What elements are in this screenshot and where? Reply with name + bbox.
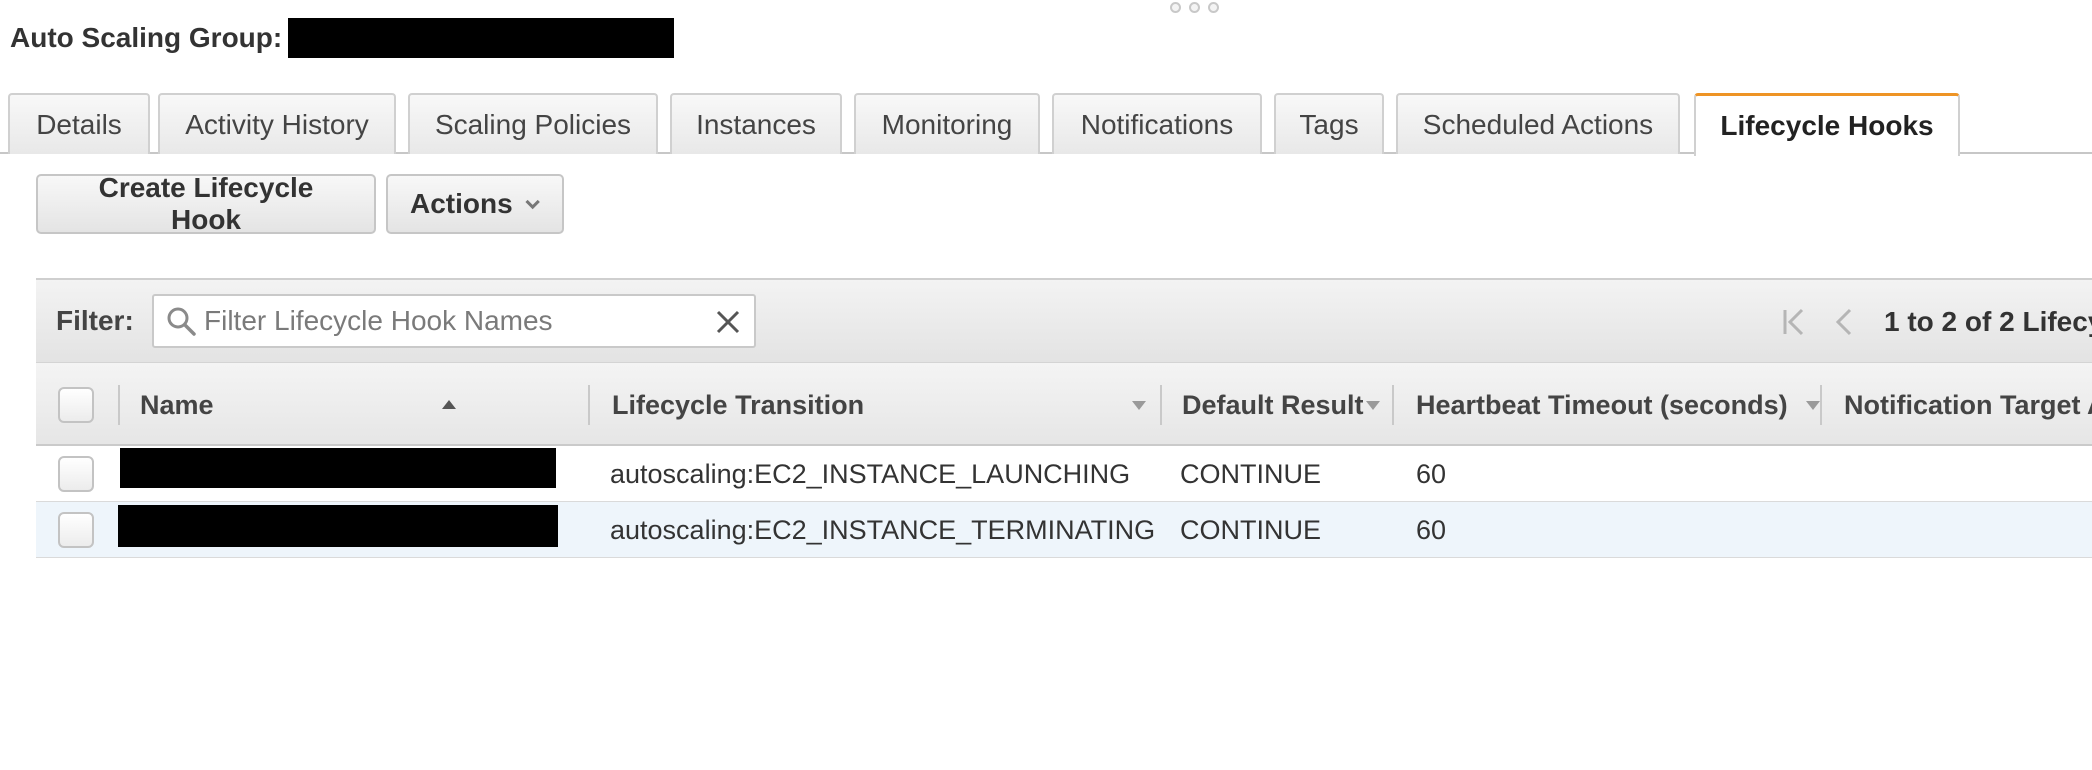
sort-icon xyxy=(1366,401,1380,410)
first-page-icon[interactable] xyxy=(1780,305,1808,339)
toolbar: Create Lifecycle Hook Actions xyxy=(36,172,564,235)
column-divider xyxy=(1160,385,1162,425)
cell-lifecycle-transition: autoscaling:EC2_INSTANCE_LAUNCHING xyxy=(610,458,1131,489)
chevron-down-icon xyxy=(525,199,540,210)
column-header-name[interactable]: Name xyxy=(140,363,470,447)
cell-heartbeat-timeout: 60 xyxy=(1416,514,1447,545)
filter-input[interactable] xyxy=(204,305,704,337)
lifecycle-hooks-grid: Filter: 1 to xyxy=(36,278,2092,558)
column-divider xyxy=(588,385,590,425)
cell-default-result: CONTINUE xyxy=(1180,514,1321,545)
actions-label: Actions xyxy=(410,188,513,219)
table-row[interactable]: autoscaling:EC2_INSTANCE_TERMINATING CON… xyxy=(36,502,2092,558)
column-header-label: Lifecycle Transition xyxy=(612,389,865,420)
sort-ascending-icon xyxy=(442,400,456,409)
tab-tags[interactable]: Tags xyxy=(1274,93,1384,154)
filter-field xyxy=(152,294,756,348)
cell-lifecycle-transition: autoscaling:EC2_INSTANCE_TERMINATING xyxy=(610,514,1156,545)
actions-dropdown-button[interactable]: Actions xyxy=(386,174,564,234)
pagination: 1 to 2 of 2 Lifecycle Hooks xyxy=(1780,280,2092,364)
create-lifecycle-hook-button[interactable]: Create Lifecycle Hook xyxy=(36,172,376,235)
redacted-group-name xyxy=(288,18,675,58)
select-all-checkbox[interactable] xyxy=(58,387,94,423)
handle-dot xyxy=(1208,2,1219,13)
tab-details[interactable]: Details xyxy=(8,93,150,154)
tab-notifications[interactable]: Notifications xyxy=(1052,93,1262,154)
create-lifecycle-hook-label: Create Lifecycle Hook xyxy=(98,172,314,235)
cell-default-result: CONTINUE xyxy=(1180,458,1321,489)
table-header: Name Lifecycle Transition Default Result… xyxy=(36,362,2092,446)
tab-lifecycle-hooks[interactable]: Lifecycle Hooks xyxy=(1694,93,1960,156)
row-checkbox[interactable] xyxy=(58,456,94,492)
table-row[interactable]: autoscaling:EC2_INSTANCE_LAUNCHING CONTI… xyxy=(36,446,2092,502)
column-divider xyxy=(1820,385,1822,425)
page-title-label: Auto Scaling Group: xyxy=(10,22,283,53)
column-divider xyxy=(118,385,120,425)
redacted-hook-name xyxy=(120,448,556,488)
handle-dot xyxy=(1189,2,1200,13)
filter-bar: Filter: 1 to xyxy=(36,278,2092,362)
resize-handle[interactable] xyxy=(1170,2,1219,13)
tab-scheduled-actions[interactable]: Scheduled Actions xyxy=(1396,93,1680,154)
tab-scaling-policies[interactable]: Scaling Policies xyxy=(408,93,658,154)
page-title: Auto Scaling Group: xyxy=(10,18,675,58)
tab-bar: Details Activity History Scaling Policie… xyxy=(0,93,2092,156)
lifecycle-hooks-page: Auto Scaling Group: Details Activity His… xyxy=(0,0,2092,770)
column-header-label: Heartbeat Timeout (seconds) xyxy=(1416,389,1788,420)
redacted-hook-name xyxy=(118,505,558,547)
previous-page-icon[interactable] xyxy=(1830,305,1858,339)
search-icon xyxy=(167,307,196,336)
column-header-lifecycle-transition[interactable]: Lifecycle Transition xyxy=(612,363,1172,447)
column-header-label: Name xyxy=(140,389,214,420)
filter-label: Filter: xyxy=(56,305,134,336)
sort-icon xyxy=(1132,401,1146,410)
column-header-default-result[interactable]: Default Result xyxy=(1182,363,1412,447)
handle-dot xyxy=(1170,2,1181,13)
cell-heartbeat-timeout: 60 xyxy=(1416,458,1447,489)
clear-filter-icon[interactable] xyxy=(714,308,742,336)
tab-instances[interactable]: Instances xyxy=(670,93,842,154)
column-header-label: Notification Target ARN xyxy=(1844,389,2092,420)
row-checkbox[interactable] xyxy=(58,512,94,548)
pagination-text: 1 to 2 of 2 Lifecycle Hooks xyxy=(1884,306,2092,337)
column-divider xyxy=(1392,385,1394,425)
column-header-heartbeat-timeout[interactable]: Heartbeat Timeout (seconds) xyxy=(1416,363,1826,447)
column-header-label: Default Result xyxy=(1182,389,1364,420)
tab-activity-history[interactable]: Activity History xyxy=(158,93,396,154)
sort-icon xyxy=(1806,401,1820,410)
column-header-notification-target[interactable]: Notification Target ARN xyxy=(1844,363,2092,447)
tab-monitoring[interactable]: Monitoring xyxy=(854,93,1040,154)
